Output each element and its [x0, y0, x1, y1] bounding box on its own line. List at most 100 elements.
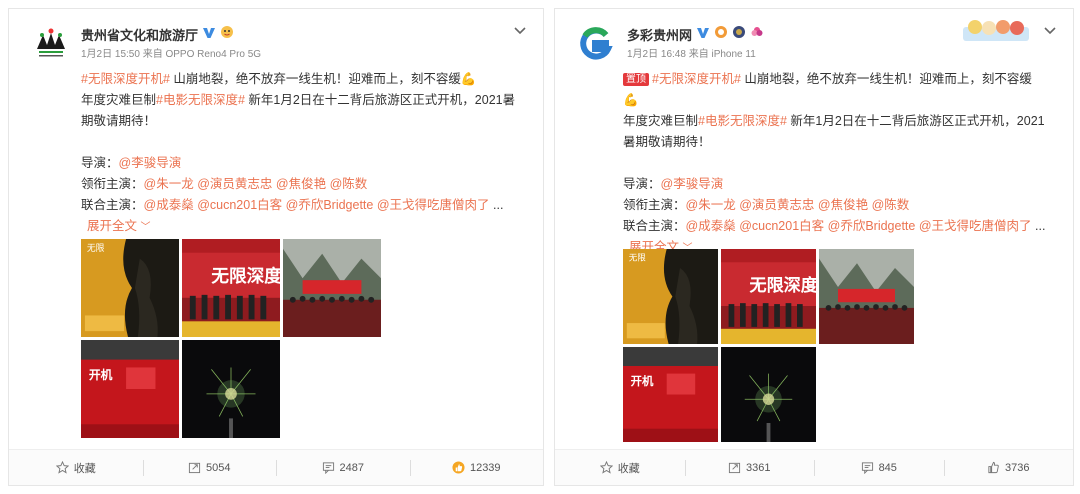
post-text: 置顶 #无限深度开机# 山崩地裂，绝不放弃一线生机！迎难而上，刻不容缓 💪 年度灾…	[555, 69, 1073, 259]
flex-emoji-icon: 💪	[623, 93, 639, 107]
comment-count: 2487	[339, 461, 364, 474]
mention[interactable]: @王戈得吃唐僧肉了	[919, 219, 1032, 233]
mention[interactable]: @李骏导演	[119, 156, 182, 170]
image-crowd-mountain[interactable]	[819, 249, 914, 344]
medal-icon	[732, 25, 746, 44]
hashtag[interactable]: #无限深度开机#	[81, 72, 170, 86]
image-launch-stage[interactable]: 无限深度	[721, 249, 816, 344]
sticker-decoration-icon	[963, 20, 1029, 41]
mention[interactable]: @成泰燊	[686, 219, 736, 233]
ellipsis: ...	[489, 198, 504, 212]
mention[interactable]: @陈数	[872, 198, 910, 212]
mention[interactable]: @朱一龙	[686, 198, 736, 212]
avatar[interactable]	[29, 23, 73, 67]
member-badge-icon	[714, 25, 728, 44]
svg-text:无限: 无限	[87, 243, 105, 254]
avatar[interactable]	[573, 23, 617, 67]
hashtag[interactable]: #无限深度开机#	[652, 72, 741, 86]
repost-button[interactable]: 5054	[142, 450, 277, 485]
image-launch-stage[interactable]: 无限深度	[182, 239, 280, 337]
comment-icon	[861, 462, 873, 474]
post-meta: 1月2日 15:50 来自 OPPO Reno4 Pro 5G	[81, 49, 262, 60]
image-grid: 无限 无限深度 开机	[81, 239, 381, 438]
chevron-down-icon: ﹀	[140, 222, 151, 233]
poster-kaiji: 开机	[631, 374, 654, 388]
repost-icon	[728, 462, 741, 474]
verified-icon	[202, 26, 216, 44]
collect-button[interactable]: 收藏	[555, 450, 685, 485]
mention[interactable]: @焦俊艳	[276, 177, 326, 191]
mention[interactable]: @cucn201白客	[739, 219, 824, 233]
post-header: 多彩贵州网 1月2日 16:48 来自 iPhone 11	[555, 9, 1073, 69]
mention[interactable]: @cucn201白客	[197, 198, 282, 212]
poster-title: 无限深度	[749, 275, 817, 296]
mention[interactable]: @焦俊艳	[818, 198, 868, 212]
post-header: 贵州省文化和旅游厅 1月2日 15:50 来自 OPPO Reno4 Pro 5…	[9, 9, 543, 69]
mention[interactable]: @李骏导演	[661, 177, 724, 191]
image-poster-dark[interactable]: 无限	[81, 239, 179, 337]
collect-label: 收藏	[73, 462, 96, 475]
emoji-badge-icon	[220, 25, 234, 44]
hashtag[interactable]: #电影无限深度#	[156, 93, 245, 107]
collect-label: 收藏	[617, 462, 640, 475]
repost-count: 5054	[206, 461, 231, 474]
like-button[interactable]: 3736	[943, 450, 1074, 485]
weibo-post-left: 贵州省文化和旅游厅 1月2日 15:50 来自 OPPO Reno4 Pro 5…	[8, 8, 544, 486]
image-grid: 无限 无限深度 开机	[623, 249, 914, 442]
mention[interactable]: @成泰燊	[144, 198, 194, 212]
mention[interactable]: @演员黄志忠	[197, 177, 272, 191]
image-crowd-mountain[interactable]	[283, 239, 381, 337]
text: 山崩地裂，绝不放弃一线生机！迎难而上，刻不容缓	[740, 72, 1032, 86]
image-fireworks[interactable]	[182, 340, 280, 438]
director-label: 导演：	[623, 177, 661, 191]
cast-label: 领衔主演：	[81, 177, 144, 191]
weibo-post-right: 多彩贵州网 1月2日 16:48 来自 iPhone 11 置顶 #无限深度开机…	[554, 8, 1074, 486]
costar-label: 联合主演：	[623, 219, 686, 233]
ellipsis: ...	[1031, 219, 1046, 233]
nickname[interactable]: 贵州省文化和旅游厅	[81, 25, 198, 44]
pinned-badge: 置顶	[623, 73, 649, 86]
action-bar: 收藏 3361 845 3736	[555, 449, 1073, 485]
comment-button[interactable]: 845	[814, 450, 944, 485]
verified-icon	[696, 26, 710, 44]
like-button[interactable]: 12339	[409, 450, 544, 485]
mention[interactable]: @乔欣Bridgette	[286, 198, 374, 212]
poster-kaiji: 开机	[89, 368, 113, 382]
poster-title: 无限深度	[211, 265, 280, 287]
svg-text:无限: 无限	[629, 252, 647, 263]
mention[interactable]: @乔欣Bridgette	[828, 219, 916, 233]
like-count: 3736	[1005, 461, 1030, 474]
page: 贵州省文化和旅游厅 1月2日 15:50 来自 OPPO Reno4 Pro 5…	[0, 0, 1080, 494]
text: 山崩地裂，绝不放弃一线生机！迎难而上，刻不容缓	[169, 72, 461, 86]
mention[interactable]: @演员黄志忠	[739, 198, 814, 212]
post-meta: 1月2日 16:48 来自 iPhone 11	[627, 49, 756, 60]
expand-full-text-link[interactable]: 展开全文	[87, 219, 137, 233]
repost-button[interactable]: 3361	[684, 450, 815, 485]
chevron-down-icon[interactable]	[513, 23, 527, 37]
hashtag[interactable]: #电影无限深度#	[698, 114, 787, 128]
chevron-down-icon[interactable]	[1043, 23, 1057, 37]
post-text: #无限深度开机# 山崩地裂，绝不放弃一线生机！迎难而上，刻不容缓💪 年度灾难巨制…	[9, 69, 543, 238]
repost-count: 3361	[746, 461, 771, 474]
comment-button[interactable]: 2487	[276, 450, 410, 485]
costar-label: 联合主演：	[81, 198, 144, 212]
image-red-backdrop[interactable]: 开机	[81, 340, 179, 438]
mention[interactable]: @陈数	[330, 177, 368, 191]
cast-label: 领衔主演：	[623, 198, 686, 212]
flower-badge-icon	[750, 25, 764, 44]
nickname[interactable]: 多彩贵州网	[627, 25, 692, 44]
image-fireworks[interactable]	[721, 347, 816, 442]
mention[interactable]: @王戈得吃唐僧肉了	[377, 198, 490, 212]
mention[interactable]: @朱一龙	[144, 177, 194, 191]
comment-icon	[322, 462, 334, 474]
flex-emoji-icon: 💪	[460, 72, 477, 86]
text: 年度灾难巨制	[81, 93, 157, 107]
thumbs-up-icon	[988, 461, 999, 474]
image-red-backdrop[interactable]: 开机	[623, 347, 718, 442]
text: 年度灾难巨制	[623, 114, 699, 128]
image-poster-dark[interactable]: 无限	[623, 249, 718, 344]
action-bar: 收藏 5054 2487 12339	[9, 449, 543, 485]
collect-button[interactable]: 收藏	[9, 450, 143, 485]
star-icon	[599, 461, 613, 474]
director-label: 导演：	[81, 156, 119, 170]
